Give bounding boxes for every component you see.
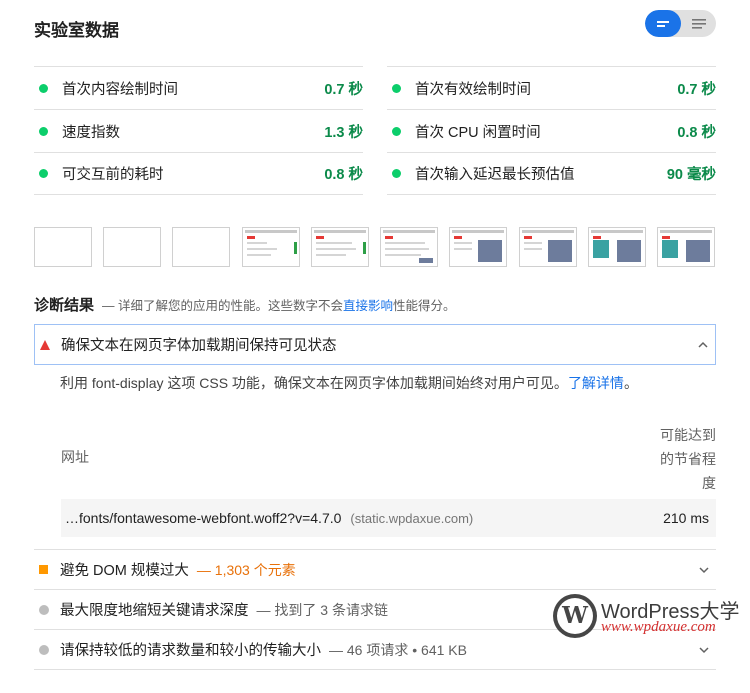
direct-impact-link[interactable]: 直接影响: [343, 299, 393, 313]
watermark: W WordPress大学 www.wpdaxue.com: [553, 594, 740, 640]
metric-label: 速度指数: [62, 124, 120, 141]
metric-value: 0.7 秒: [677, 81, 716, 98]
diagnostics-description: — 详细了解您的应用的性能。这些数字不会直接影响性能得分。: [102, 295, 456, 314]
info-circle-icon: [39, 644, 49, 655]
metric-first-contentful-paint: 首次内容绘制时间 0.7 秒: [34, 66, 363, 109]
filmstrip-frame: [311, 227, 369, 267]
metric-label: 首次内容绘制时间: [62, 81, 178, 98]
metric-label: 可交互前的耗时: [62, 167, 164, 183]
text-view-button[interactable]: [681, 10, 716, 37]
audit-title: 请保持较低的请求数量和较小的传输大小: [60, 643, 321, 659]
metric-label: 首次 CPU 闲置时间: [415, 124, 541, 141]
list-view-button[interactable]: [645, 10, 681, 37]
diagnostics-header: 诊断结果 — 详细了解您的应用的性能。这些数字不会直接影响性能得分。: [34, 294, 456, 315]
list-view-icon: [657, 20, 669, 27]
audit-dom-size[interactable]: 避免 DOM 规模过大 — 1,303 个元素: [34, 549, 716, 589]
text-view-icon: [691, 18, 706, 29]
metric-speed-index: 速度指数 1.3 秒: [34, 109, 363, 152]
audit-title: 最大限度地缩短关键请求深度: [60, 603, 249, 619]
metric-first-cpu-idle: 首次 CPU 闲置时间 0.8 秒: [387, 109, 716, 152]
metric-first-meaningful-paint: 首次有效绘制时间 0.7 秒: [387, 66, 716, 109]
resource-url[interactable]: …fonts/fontawesome-webfont.woff2?v=4.7.0: [65, 510, 341, 526]
metric-value: 0.7 秒: [324, 81, 363, 98]
table-header-savings: 可能达到的节省程度: [660, 427, 716, 491]
potential-savings: 210 ms: [663, 510, 709, 526]
pass-dot-icon: [39, 83, 48, 93]
diagnostics-title: 诊断结果: [34, 297, 95, 314]
audit-font-display-header[interactable]: 确保文本在网页字体加载期间保持可见状态: [34, 324, 716, 365]
metric-max-input-delay: 首次输入延迟最长预估值 90 毫秒: [387, 152, 716, 195]
filmstrip-frame: [242, 227, 300, 267]
audit-detail: — 找到了 3 条请求链: [256, 601, 388, 618]
pass-dot-icon: [392, 126, 401, 136]
logo-letter: W: [557, 598, 593, 634]
pass-dot-icon: [39, 126, 48, 136]
filmstrip-frame: [588, 227, 646, 267]
pass-dot-icon: [392, 169, 401, 178]
divider: [34, 669, 716, 670]
metrics-column-left: 首次内容绘制时间 0.7 秒 速度指数 1.3 秒 可交互前的耗时 0.8 秒: [34, 66, 363, 195]
fail-triangle-icon: [40, 339, 50, 350]
filmstrip-frame: [519, 227, 577, 267]
filmstrip-frame: [380, 227, 438, 267]
filmstrip-frame: [34, 227, 92, 267]
diagnostics-desc-suffix: 性能得分。: [393, 299, 456, 313]
table-row: …fonts/fontawesome-webfont.woff2?v=4.7.0…: [61, 499, 716, 537]
metric-time-to-interactive: 可交互前的耗时 0.8 秒: [34, 152, 363, 195]
metrics-column-right: 首次有效绘制时间 0.7 秒 首次 CPU 闲置时间 0.8 秒 首次输入延迟最…: [387, 66, 716, 195]
audit-description-end: 。: [623, 375, 638, 391]
resource-host: (static.wpdaxue.com): [350, 510, 474, 526]
filmstrip-frame: [657, 227, 715, 267]
metric-value: 0.8 秒: [677, 124, 716, 141]
filmstrip-frame: [103, 227, 161, 267]
diagnostics-desc-prefix: — 详细了解您的应用的性能。这些数字不会: [102, 299, 343, 313]
audit-detail: — 46 项请求 • 641 KB: [329, 641, 467, 658]
learn-more-link[interactable]: 了解详情: [568, 375, 624, 391]
info-circle-icon: [39, 604, 49, 615]
chevron-up-icon[interactable]: [697, 339, 709, 351]
audit-description-text: 利用 font-display 这项 CSS 功能，确保文本在网页字体加载期间始…: [60, 375, 568, 391]
metric-value: 0.8 秒: [324, 167, 363, 183]
filmstrip-frame: [449, 227, 507, 267]
chevron-down-icon[interactable]: [698, 564, 710, 576]
audit-description: 利用 font-display 这项 CSS 功能，确保文本在网页字体加载期间始…: [60, 373, 638, 393]
metric-label: 首次有效绘制时间: [415, 81, 531, 98]
audit-title: 避免 DOM 规模过大: [60, 563, 189, 579]
metric-label: 首次输入延迟最长预估值: [415, 167, 575, 183]
lab-data-title: 实验室数据: [34, 21, 119, 40]
audit-detail: — 1,303 个元素: [196, 561, 296, 578]
chevron-down-icon[interactable]: [698, 644, 710, 656]
pass-dot-icon: [39, 169, 48, 178]
filmstrip: [34, 227, 716, 267]
filmstrip-frame: [172, 227, 230, 267]
warn-square-icon: [39, 565, 48, 574]
metric-value: 90 毫秒: [666, 167, 716, 183]
pass-dot-icon: [392, 83, 401, 93]
wordpress-logo-icon: W: [553, 594, 597, 638]
table-header-url: 网址: [61, 449, 89, 465]
metric-value: 1.3 秒: [324, 124, 363, 141]
audit-title: 确保文本在网页字体加载期间保持可见状态: [61, 338, 337, 354]
watermark-url: www.wpdaxue.com: [601, 619, 716, 635]
view-toggle[interactable]: [645, 10, 716, 37]
